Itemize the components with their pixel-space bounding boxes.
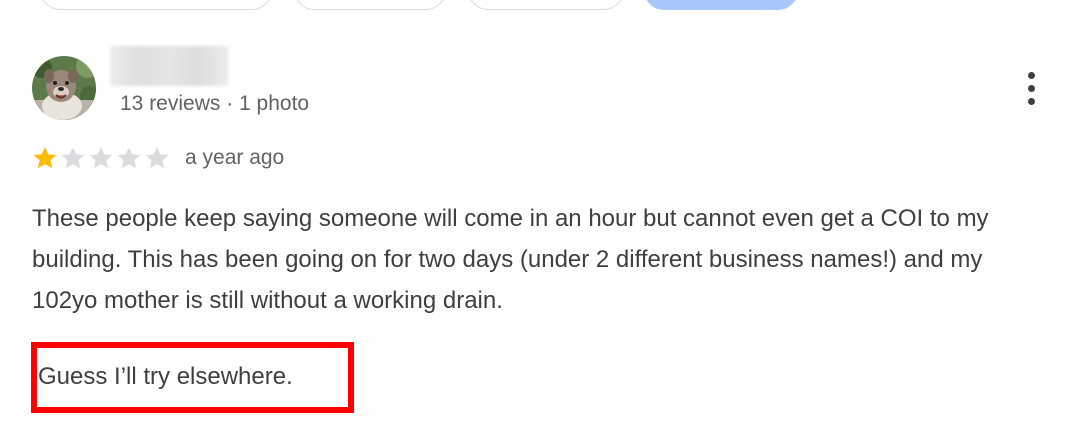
highlight-annotation-box <box>31 342 354 413</box>
filter-chip[interactable] <box>468 0 624 10</box>
star-filled-icon <box>33 147 57 169</box>
more-options-button[interactable] <box>1014 66 1050 112</box>
review-date: a year ago <box>185 146 285 169</box>
star-empty-icon <box>89 147 113 169</box>
more-vert-icon-dot <box>1028 85 1035 92</box>
reviewer-name[interactable] <box>110 46 228 86</box>
reviewer-meta[interactable]: 13 reviews · 1 photo <box>120 92 309 116</box>
more-vert-icon <box>1028 72 1035 79</box>
star-empty-icon <box>61 147 85 169</box>
filter-chip[interactable] <box>294 0 446 10</box>
more-vert-icon-dot <box>1028 98 1035 105</box>
reviewer-avatar[interactable] <box>32 56 96 120</box>
star-empty-icon <box>117 147 141 169</box>
review-text: These people keep saying someone will co… <box>32 205 989 314</box>
filter-chip[interactable] <box>40 0 272 10</box>
star-empty-icon <box>145 147 169 169</box>
filter-chip-selected[interactable] <box>644 0 798 10</box>
dog-photo-icon <box>32 56 96 120</box>
rating-row: a year ago <box>31 144 284 172</box>
